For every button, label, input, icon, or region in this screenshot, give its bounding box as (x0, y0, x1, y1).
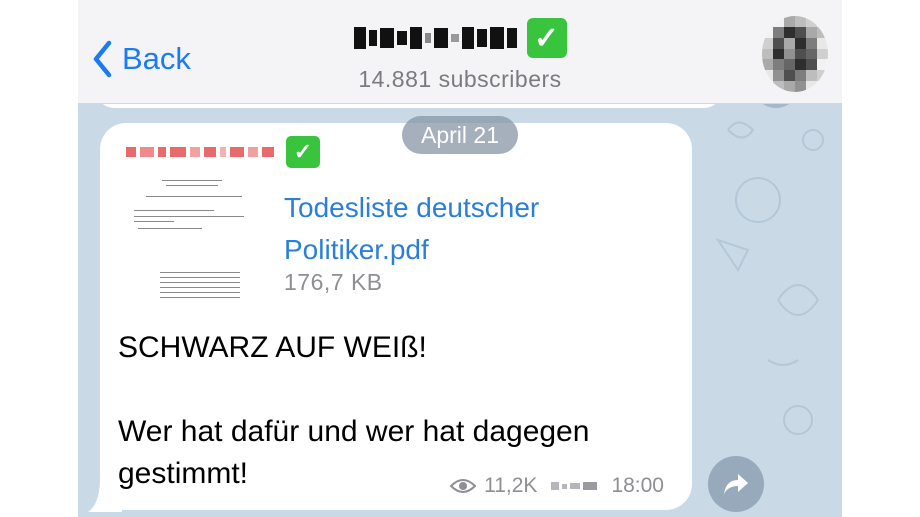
author-signature-pixelated (551, 482, 598, 490)
share-arrow-icon (724, 474, 748, 494)
back-label: Back (122, 41, 191, 76)
eye-icon (450, 479, 477, 493)
message-bubble[interactable]: ✓ Todesliste deutscher Politiker.pdf 176… (100, 123, 692, 510)
channel-avatar[interactable] (762, 16, 828, 92)
share-button[interactable] (708, 456, 764, 512)
sender-verified-icon: ✓ (286, 136, 320, 168)
verified-check-icon: ✓ (526, 18, 567, 58)
telegram-screen: Back ✓ 14.881 subscribers April 21 ✓ Tod… (78, 0, 842, 517)
view-count: 11,2K (484, 474, 538, 497)
sender-name-pixelated[interactable]: ✓ (126, 136, 320, 168)
channel-title[interactable]: ✓ 14.881 subscribers (278, 18, 642, 93)
channel-name-pixelated (353, 18, 517, 58)
back-button[interactable]: Back (92, 40, 191, 78)
attachment-file-name[interactable]: Todesliste deutscher Politiker.pdf (284, 187, 624, 271)
back-chevron-icon (93, 40, 112, 78)
subscriber-count: 14.881 subscribers (358, 66, 562, 92)
message-text: SCHWARZ AUF WEIß! Wer hat dafür und wer … (118, 331, 590, 490)
message-time: 18:00 (611, 474, 664, 497)
chat-header: Back ✓ 14.881 subscribers (78, 0, 842, 104)
message-meta: 11,2K 18:00 (450, 474, 664, 498)
pdf-thumbnail[interactable] (132, 176, 250, 306)
attachment-file-size: 176,7 KB (284, 269, 383, 295)
date-separator: April 21 (402, 116, 518, 154)
